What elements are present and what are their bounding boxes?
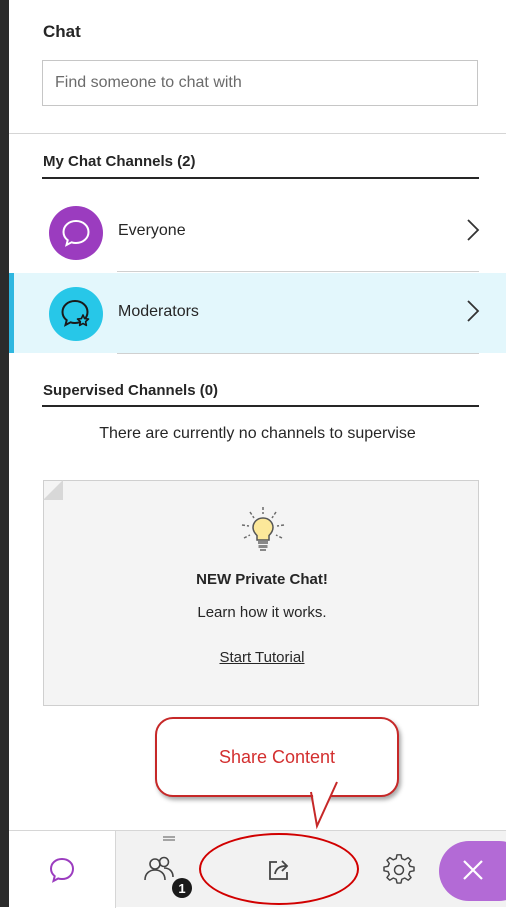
card-fold bbox=[43, 480, 63, 500]
section-rule bbox=[42, 177, 479, 179]
drag-handle-icon[interactable] bbox=[163, 836, 175, 842]
window-edge bbox=[0, 0, 9, 907]
row-divider bbox=[117, 353, 479, 354]
supervised-channels-heading: Supervised Channels (0) bbox=[43, 382, 219, 399]
attendees-icon bbox=[143, 856, 174, 880]
channel-moderators[interactable]: Moderators bbox=[9, 273, 506, 353]
search-input[interactable]: Find someone to chat with bbox=[42, 60, 478, 106]
lightbulb-icon bbox=[241, 507, 285, 551]
channel-everyone[interactable]: Everyone bbox=[9, 192, 506, 272]
tab-chat[interactable] bbox=[9, 831, 116, 908]
chat-icon bbox=[49, 857, 75, 883]
private-chat-promo-card: NEW Private Chat! Learn how it works. St… bbox=[43, 480, 479, 706]
chat-panel: Chat Find someone to chat with My Chat C… bbox=[9, 0, 506, 908]
divider bbox=[9, 133, 506, 134]
highlight-ellipse bbox=[199, 833, 359, 905]
channel-label: Everyone bbox=[118, 222, 186, 239]
close-icon bbox=[462, 859, 483, 880]
my-channels-heading: My Chat Channels (2) bbox=[43, 153, 196, 170]
start-tutorial-link[interactable]: Start Tutorial bbox=[44, 649, 480, 666]
moderator-chat-icon bbox=[49, 287, 103, 341]
gear-icon bbox=[383, 853, 415, 884]
tab-settings[interactable] bbox=[354, 831, 444, 908]
callout-tail bbox=[310, 780, 338, 830]
empty-state-message: There are currently no channels to super… bbox=[99, 425, 416, 442]
promo-headline: NEW Private Chat! bbox=[196, 571, 328, 588]
row-divider bbox=[117, 271, 479, 272]
close-tab[interactable] bbox=[439, 831, 506, 908]
tab-attendees[interactable] bbox=[116, 831, 201, 908]
search-placeholder: Find someone to chat with bbox=[55, 74, 242, 91]
channel-label: Moderators bbox=[118, 303, 199, 320]
chevron-right-icon bbox=[467, 219, 480, 241]
chat-bubble-icon bbox=[49, 206, 103, 260]
section-rule bbox=[42, 405, 479, 407]
promo-subtext: Learn how it works. bbox=[197, 604, 327, 621]
attendee-count-badge: 1 bbox=[172, 878, 192, 898]
panel-title: Chat bbox=[43, 22, 81, 41]
chevron-right-icon bbox=[467, 300, 480, 322]
